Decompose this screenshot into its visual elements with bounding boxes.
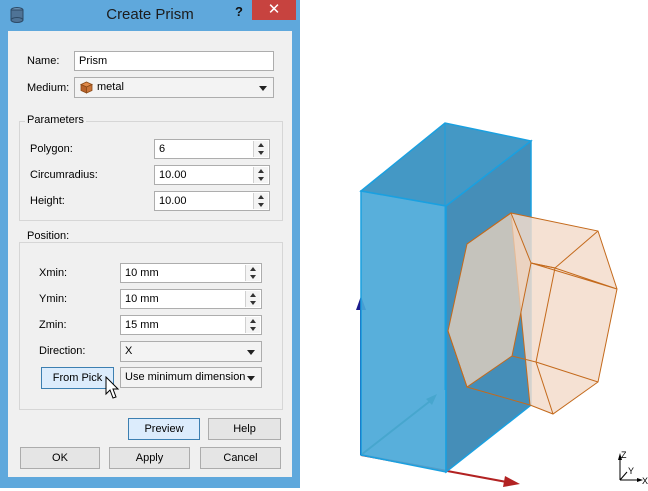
orientation-triad: Z Y X bbox=[618, 450, 648, 486]
3d-viewport[interactable]: Z Y X bbox=[300, 0, 648, 488]
dialog-titlebar[interactable]: Create Prism ? ✕ bbox=[0, 0, 300, 30]
triad-y-label: Y bbox=[628, 466, 634, 476]
direction-select[interactable]: X bbox=[120, 341, 262, 362]
xmin-value: 10 mm bbox=[125, 267, 159, 279]
chevron-down-icon bbox=[247, 350, 255, 355]
height-label: Height: bbox=[30, 195, 65, 207]
ok-button[interactable]: OK bbox=[20, 447, 100, 469]
medium-select[interactable]: metal bbox=[74, 77, 274, 98]
chevron-down-icon bbox=[259, 86, 267, 91]
create-prism-dialog: Create Prism ? ✕ Name: Prism Medium: met… bbox=[0, 0, 300, 488]
dialog-body: Name: Prism Medium: metal Parameters Pol… bbox=[8, 31, 292, 477]
name-label: Name: bbox=[27, 55, 60, 67]
zmin-spinbox[interactable]: 15 mm bbox=[120, 315, 262, 335]
triad-x-label: X bbox=[642, 476, 648, 486]
dimension-select[interactable]: Use minimum dimension bbox=[120, 367, 262, 388]
polygon-spinbox[interactable]: 6 bbox=[154, 139, 270, 159]
polygon-value: 6 bbox=[159, 143, 166, 155]
scene-canvas[interactable]: Z Y X bbox=[300, 0, 648, 488]
direction-value: X bbox=[125, 345, 133, 357]
position-title: Position: bbox=[25, 230, 72, 242]
mouse-cursor-icon bbox=[105, 376, 120, 399]
medium-value: metal bbox=[97, 81, 124, 93]
height-spinbox[interactable]: 10.00 bbox=[154, 191, 270, 211]
spin-arrows-icon[interactable] bbox=[253, 167, 268, 183]
triad-z-label: Z bbox=[621, 450, 627, 460]
zmin-label: Zmin: bbox=[39, 319, 67, 331]
circumradius-spinbox[interactable]: 10.00 bbox=[154, 165, 270, 185]
spin-arrows-icon[interactable] bbox=[245, 317, 260, 333]
close-button[interactable]: ✕ bbox=[252, 0, 296, 20]
height-value: 10.00 bbox=[159, 195, 187, 207]
dimension-value: Use minimum dimension bbox=[125, 371, 246, 383]
name-field[interactable]: Prism bbox=[74, 51, 274, 71]
medium-label: Medium: bbox=[27, 82, 70, 94]
x-axis-arrowhead bbox=[503, 476, 520, 487]
circumradius-label: Circumradius: bbox=[30, 169, 98, 181]
ymin-value: 10 mm bbox=[125, 293, 159, 305]
help-icon[interactable]: ? bbox=[228, 2, 250, 22]
xmin-spinbox[interactable]: 10 mm bbox=[120, 263, 262, 283]
circumradius-value: 10.00 bbox=[159, 169, 187, 181]
spin-arrows-icon[interactable] bbox=[253, 193, 268, 209]
chevron-down-icon bbox=[247, 376, 255, 381]
cube-icon bbox=[80, 81, 93, 94]
ymin-spinbox[interactable]: 10 mm bbox=[120, 289, 262, 309]
apply-button[interactable]: Apply bbox=[109, 447, 190, 469]
xmin-label: Xmin: bbox=[39, 267, 68, 279]
spin-arrows-icon[interactable] bbox=[245, 291, 260, 307]
spin-arrows-icon[interactable] bbox=[245, 265, 260, 281]
parameters-title: Parameters bbox=[25, 114, 86, 126]
spin-arrows-icon[interactable] bbox=[253, 141, 268, 157]
zmin-value: 15 mm bbox=[125, 319, 159, 331]
ymin-label: Ymin: bbox=[39, 293, 68, 305]
polygon-label: Polygon: bbox=[30, 143, 73, 155]
cancel-button[interactable]: Cancel bbox=[200, 447, 281, 469]
preview-button[interactable]: Preview bbox=[128, 418, 200, 440]
direction-label: Direction: bbox=[39, 345, 86, 357]
help-button[interactable]: Help bbox=[208, 418, 281, 440]
